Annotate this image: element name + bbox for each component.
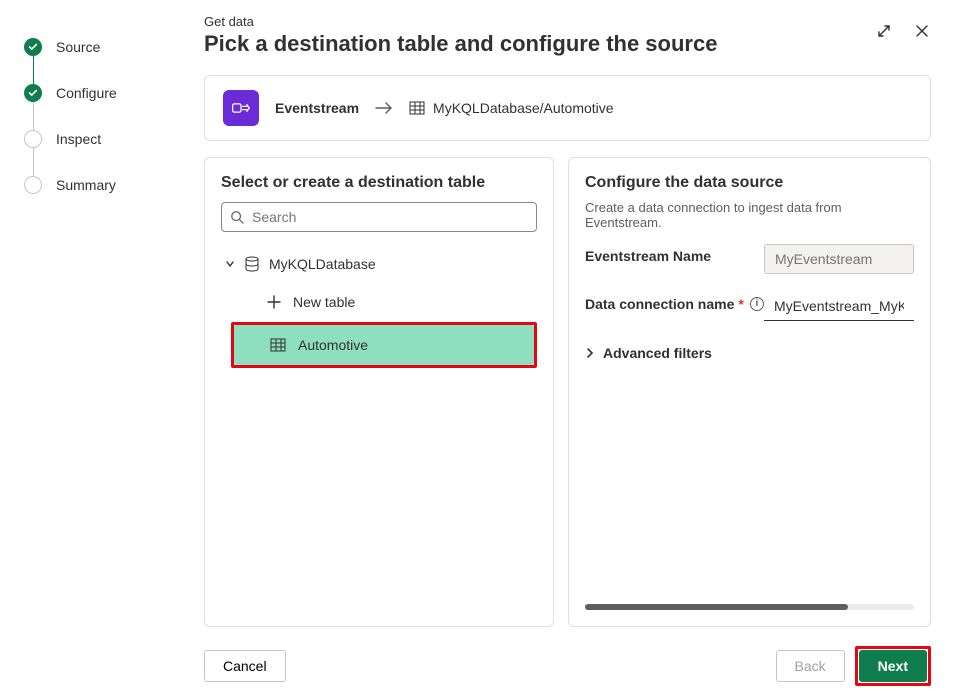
step-source-label: Source: [56, 39, 100, 55]
connection-name-label: Data connection name: [585, 296, 734, 312]
search-input-wrapper[interactable]: [221, 202, 537, 232]
new-table-label: New table: [293, 294, 355, 310]
right-panel-title: Configure the data source: [585, 174, 914, 192]
eventstream-name-input: [764, 244, 914, 274]
chevron-right-icon: [585, 347, 595, 359]
source-destination-summary: Eventstream MyKQLDatabase/Automotive: [204, 75, 931, 141]
step-inspect-label: Inspect: [56, 131, 101, 147]
advanced-filters-toggle[interactable]: Advanced filters: [585, 345, 914, 361]
scrollbar-thumb[interactable]: [585, 604, 848, 610]
table-icon: [270, 338, 286, 352]
step-configure-label: Configure: [56, 85, 117, 101]
arrow-right-icon: [375, 101, 393, 115]
step-inspect[interactable]: Inspect: [24, 116, 180, 162]
chevron-down-icon[interactable]: [225, 259, 235, 269]
highlight-next-button: Next: [855, 646, 931, 686]
close-icon[interactable]: [913, 22, 931, 40]
required-asterisk: *: [738, 296, 743, 312]
breadcrumb: Get data: [204, 14, 717, 29]
table-row-automotive[interactable]: Automotive: [234, 325, 534, 365]
eventstream-name-label: Eventstream Name: [585, 248, 711, 264]
next-button[interactable]: Next: [859, 650, 927, 682]
highlight-selected-table: Automotive: [231, 322, 537, 368]
step-source[interactable]: Source: [24, 24, 180, 70]
data-source-config-panel: Configure the data source Create a data …: [568, 157, 931, 627]
search-icon: [230, 210, 244, 224]
flow-destination-label: MyKQLDatabase/Automotive: [433, 100, 614, 116]
eventstream-icon: [223, 90, 259, 126]
database-icon: [245, 256, 259, 272]
check-icon: [24, 84, 42, 102]
page-title: Pick a destination table and configure t…: [204, 31, 717, 57]
step-configure[interactable]: Configure: [24, 70, 180, 116]
check-icon: [24, 38, 42, 56]
cancel-button[interactable]: Cancel: [204, 650, 286, 682]
step-summary-label: Summary: [56, 177, 116, 193]
back-button: Back: [776, 650, 845, 682]
advanced-filters-label: Advanced filters: [603, 345, 712, 361]
step-summary[interactable]: Summary: [24, 162, 180, 208]
connection-name-input[interactable]: [764, 292, 914, 321]
flow-source-label: Eventstream: [275, 100, 359, 116]
destination-table-panel: Select or create a destination table MyK…: [204, 157, 554, 627]
right-panel-subtext: Create a data connection to ingest data …: [585, 200, 914, 230]
table-icon: [409, 101, 425, 115]
circle-icon: [24, 130, 42, 148]
plus-icon: [267, 295, 281, 309]
horizontal-scrollbar[interactable]: [585, 604, 914, 610]
circle-icon: [24, 176, 42, 194]
expand-icon[interactable]: [875, 22, 893, 40]
table-row-label: Automotive: [298, 337, 368, 353]
search-input[interactable]: [252, 209, 528, 225]
wizard-steps: Source Configure Inspect Summary: [0, 0, 180, 700]
database-name: MyKQLDatabase: [269, 256, 376, 272]
left-panel-title: Select or create a destination table: [221, 174, 537, 192]
database-tree-node[interactable]: MyKQLDatabase: [221, 252, 537, 282]
new-table-button[interactable]: New table: [231, 282, 537, 322]
info-icon[interactable]: i: [750, 297, 764, 311]
